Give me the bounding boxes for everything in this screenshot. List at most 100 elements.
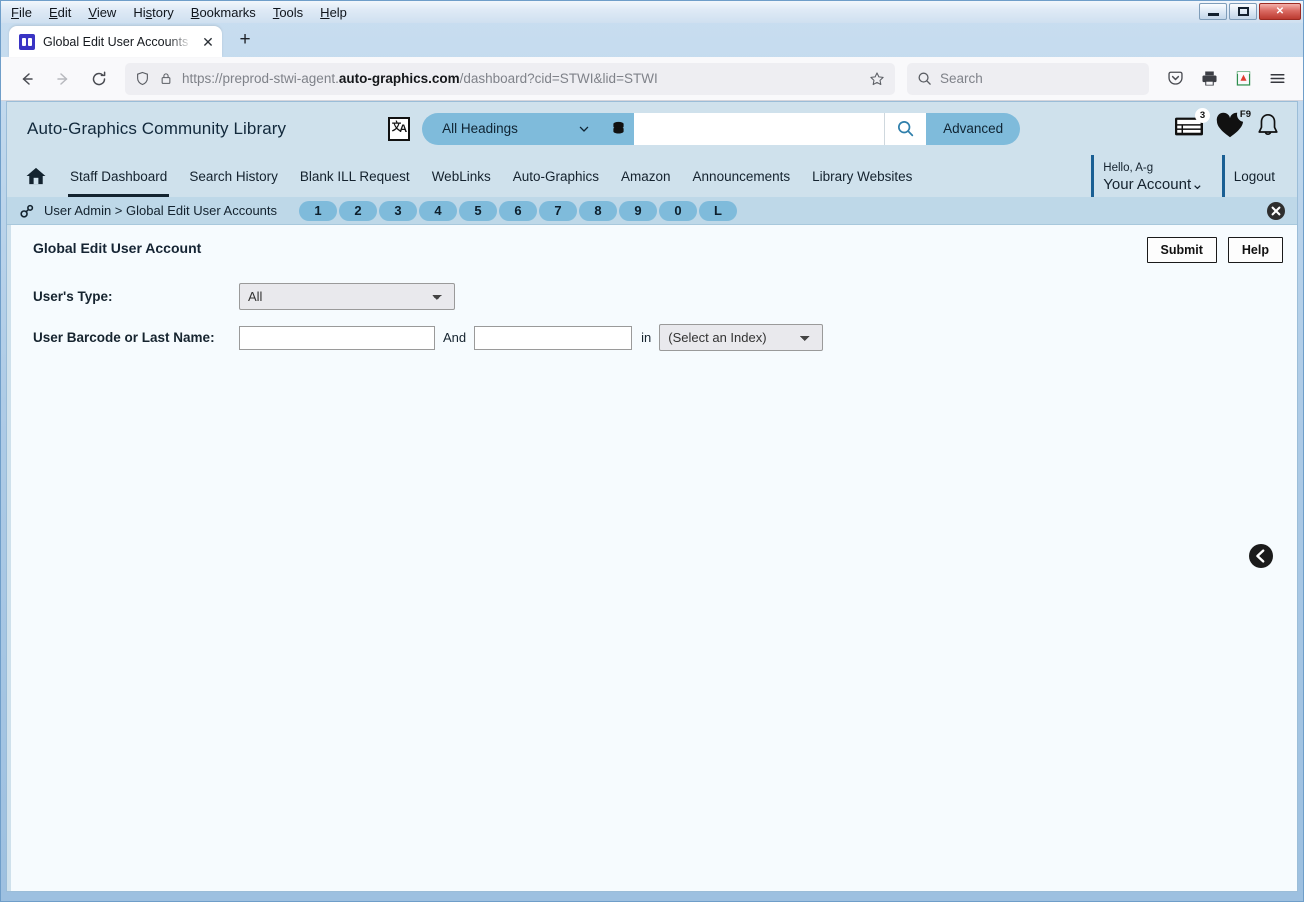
favorites-badge: F9 (1236, 107, 1254, 122)
panel-header: Global Edit User Account Submit Help (11, 237, 1297, 263)
user-type-select[interactable]: All (239, 283, 455, 310)
minimize-button[interactable] (1199, 3, 1227, 20)
breadcrumb: User Admin > Global Edit User Accounts 1… (7, 197, 1297, 225)
pill-1[interactable]: 1 (299, 200, 338, 221)
new-tab-button[interactable]: + (230, 25, 260, 55)
barcode-or-name-label: User Barcode or Last Name: (33, 330, 215, 345)
menu-edit[interactable]: Edit (49, 5, 71, 20)
title-bar: File Edit View History Bookmarks Tools H… (1, 1, 1303, 23)
search-icon (918, 72, 931, 85)
close-window-button[interactable]: ✕ (1259, 3, 1301, 20)
link-chain-icon (19, 203, 36, 219)
back-arrow-icon[interactable] (11, 63, 43, 95)
close-circle-icon[interactable] (1266, 201, 1286, 221)
forward-arrow-icon[interactable] (47, 63, 79, 95)
database-stack-icon[interactable] (602, 112, 635, 145)
url-bar[interactable]: https://preprod-stwi-agent.auto-graphics… (125, 62, 895, 95)
sidebar-item-auto-graphics[interactable]: Auto-Graphics (502, 155, 610, 197)
sidebar-item-staff-dashboard[interactable]: Staff Dashboard (59, 155, 178, 197)
my-lists-icon[interactable]: 3 (1173, 108, 1210, 145)
browser-toolbar: https://preprod-stwi-agent.auto-graphics… (1, 57, 1303, 101)
shield-icon (137, 71, 148, 86)
menu-file[interactable]: File (11, 5, 32, 20)
form-rows: User's Type: All User Barcode or Last Na… (11, 263, 1297, 351)
agent-favicon (19, 33, 35, 50)
advanced-search-button[interactable]: Advanced (926, 112, 1021, 145)
account-greeting: Hello, A-g (1103, 162, 1154, 175)
pill-9[interactable]: 9 (619, 200, 658, 221)
help-button[interactable]: Help (1227, 237, 1283, 263)
menu-tools[interactable]: Tools (273, 5, 303, 20)
brand-title: Auto-Graphics Community Library (27, 118, 287, 138)
sidebar-item-announcements[interactable]: Announcements (682, 155, 802, 197)
pill-0[interactable]: 0 (659, 200, 698, 221)
pill-2[interactable]: 2 (339, 200, 378, 221)
sidebar-item-amazon[interactable]: Amazon (610, 155, 682, 197)
language-toggle-icon[interactable]: A (388, 116, 411, 141)
pill-7[interactable]: 7 (539, 200, 578, 221)
browser-toolbar-icons (1159, 63, 1293, 95)
page-title: Global Edit User Account (33, 240, 202, 256)
logout-link[interactable]: Logout (1221, 155, 1293, 197)
chevron-left-circle-icon[interactable] (1248, 543, 1274, 569)
nav-label: WebLinks (431, 168, 491, 184)
window-controls: ✕ (1199, 3, 1301, 20)
lock-icon (161, 73, 171, 84)
sidebar-item-library-websites[interactable]: Library Websites (801, 155, 923, 197)
pill-4[interactable]: 4 (419, 200, 458, 221)
menu-history[interactable]: History (133, 5, 173, 20)
notifications-bell-icon[interactable] (1255, 112, 1281, 145)
pocket-icon[interactable] (1159, 63, 1191, 95)
sidebar-item-blank-ill-request[interactable]: Blank ILL Request (289, 155, 421, 197)
home-icon[interactable] (25, 155, 59, 197)
preposition-label: in (641, 330, 652, 345)
pill-5[interactable]: 5 (459, 200, 498, 221)
nav-label: Blank ILL Request (299, 168, 410, 184)
browser-search-placeholder: Search (940, 71, 983, 86)
close-icon[interactable]: ✕ (200, 35, 216, 49)
pill-6[interactable]: 6 (499, 200, 538, 221)
form-panel: Global Edit User Account Submit Help Use… (7, 225, 1297, 891)
reload-icon[interactable] (83, 63, 115, 95)
browser-search-bar[interactable]: Search (907, 62, 1149, 95)
barcode-input-2[interactable] (474, 325, 633, 350)
conjunction-label: And (443, 330, 467, 345)
hamburger-menu-icon[interactable] (1261, 63, 1293, 95)
panel-actions: Submit Help (1146, 237, 1283, 263)
tab-title: Global Edit User Accounts | STW (43, 34, 192, 49)
index-select[interactable]: (Select an Index) (659, 324, 824, 351)
sidebar-item-search-history[interactable]: Search History (178, 155, 289, 197)
menu-bookmarks[interactable]: Bookmarks (191, 5, 256, 20)
pill-l[interactable]: L (699, 200, 738, 221)
search-submit-button[interactable] (884, 112, 927, 145)
account-area: Hello, A-g Your Account⌄ Logout (1091, 155, 1297, 197)
sidebar-item-weblinks[interactable]: WebLinks (421, 155, 502, 197)
field-row-user-type: User's Type: All (33, 283, 1297, 310)
menu-view[interactable]: View (88, 5, 116, 20)
menu-bar: File Edit View History Bookmarks Tools H… (1, 1, 347, 23)
menu-help[interactable]: Help (320, 5, 347, 20)
favorites-heart-icon[interactable]: F9 (1215, 107, 1254, 145)
nav-label: Library Websites (812, 168, 913, 184)
pill-8[interactable]: 8 (579, 200, 618, 221)
nav-label: Amazon (621, 168, 671, 184)
nav-label: Announcements (692, 168, 791, 184)
search-scope-select[interactable]: All Headings (422, 112, 603, 145)
shortcut-pills: 1 2 3 4 5 6 7 8 9 0 L (299, 200, 738, 221)
extension-icon[interactable] (1227, 63, 1259, 95)
star-icon[interactable] (869, 71, 885, 87)
global-search-input[interactable] (634, 112, 885, 145)
url-suffix: /dashboard?cid=STWI&lid=STWI (459, 71, 658, 86)
pill-3[interactable]: 3 (379, 200, 418, 221)
url-prefix: https://preprod-stwi-agent. (182, 71, 339, 86)
page-viewport: Auto-Graphics Community Library A All He… (6, 101, 1298, 892)
field-row-barcode-or-name: User Barcode or Last Name: And in (Selec… (33, 324, 1297, 351)
submit-button[interactable]: Submit (1146, 237, 1217, 263)
print-icon[interactable] (1193, 63, 1225, 95)
browser-tab[interactable]: Global Edit User Accounts | STW ✕ (9, 26, 222, 57)
barcode-input-1[interactable] (239, 325, 435, 350)
your-account-menu[interactable]: Hello, A-g Your Account⌄ (1091, 155, 1221, 197)
url-domain: auto-graphics.com (338, 71, 460, 86)
restore-button[interactable] (1229, 3, 1257, 20)
search-scope-label: All Headings (442, 121, 518, 136)
